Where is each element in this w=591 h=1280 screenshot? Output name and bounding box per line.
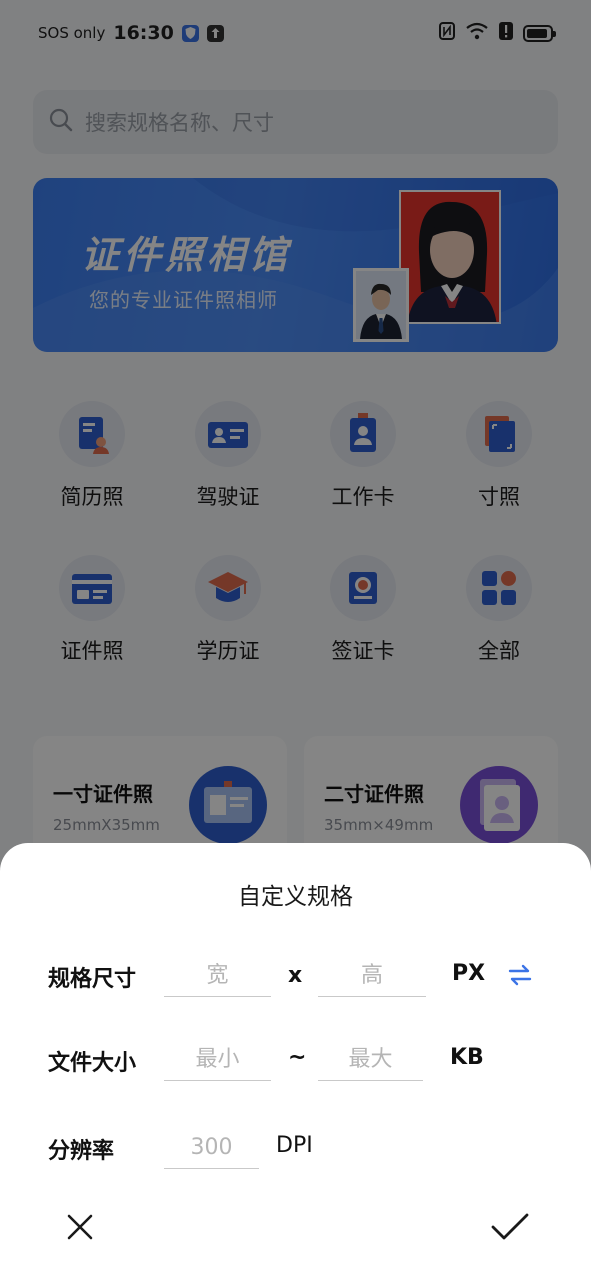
size-unit: PX	[452, 961, 486, 986]
times-sign: x	[288, 963, 303, 988]
check-icon	[491, 1213, 529, 1240]
file-size-unit: KB	[450, 1045, 484, 1070]
dpi-unit: DPI	[276, 1133, 313, 1158]
range-tilde: ~	[288, 1045, 307, 1070]
dpi-input[interactable]: 300	[164, 1127, 259, 1169]
close-button[interactable]	[58, 1205, 102, 1249]
size-label: 规格尺寸	[48, 967, 137, 992]
min-size-input[interactable]: 最小	[164, 1039, 271, 1081]
confirm-button[interactable]	[488, 1205, 532, 1249]
resolution-label: 分辨率	[48, 1139, 115, 1164]
custom-spec-sheet: 自定义规格 规格尺寸 宽 x 高 PX 文件大小 最小 ~ 最大 KB 分辨率 …	[0, 843, 591, 1280]
height-input[interactable]: 高	[318, 955, 426, 997]
width-input[interactable]: 宽	[164, 955, 271, 997]
file-size-label: 文件大小	[48, 1051, 137, 1076]
sheet-title: 自定义规格	[238, 884, 353, 910]
max-size-input[interactable]: 最大	[318, 1039, 423, 1081]
close-icon	[67, 1214, 93, 1240]
swap-dimensions-icon[interactable]	[506, 961, 534, 989]
app-screen: SOS only 16:30 搜索规格名称、尺寸 证件照相馆 您的专业证件照相师…	[0, 0, 591, 1280]
